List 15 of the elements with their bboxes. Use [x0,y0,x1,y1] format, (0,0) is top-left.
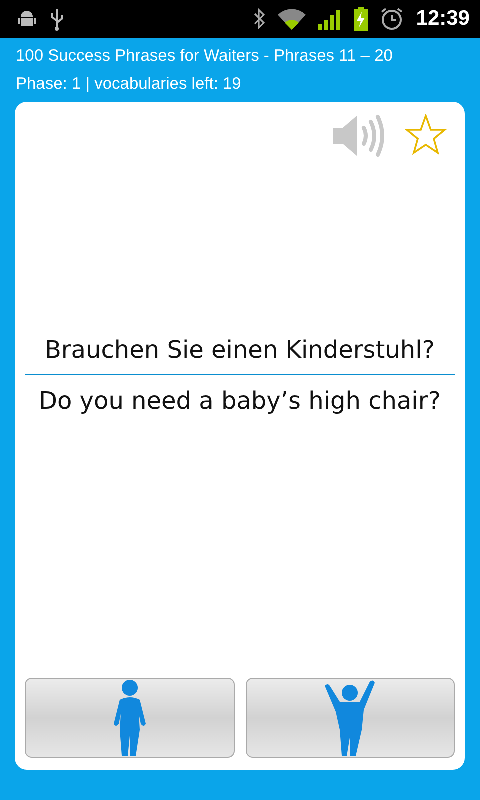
deck-title: 100 Success Phrases for Waiters - Phrases 11 – 20 [16,46,394,67]
alarm-clock-icon [380,7,404,31]
unknown-button[interactable] [25,678,234,758]
signal-icon [318,8,342,30]
progress-info: Phase: 1 | vocabularies left: 19 [16,74,242,95]
favorite-star-icon[interactable] [405,114,447,156]
english-translation: Do you need a baby’s high chair? [38,386,442,414]
android-icon [16,9,38,29]
usb-icon [50,7,64,31]
status-time: 12:39 [416,7,470,31]
bluetooth-icon [254,8,266,30]
battery-charging-icon [354,7,368,31]
wifi-icon [278,8,306,30]
known-button[interactable] [246,678,455,758]
german-phrase: Brauchen Sie einen Kinderstuhl? [25,336,455,374]
